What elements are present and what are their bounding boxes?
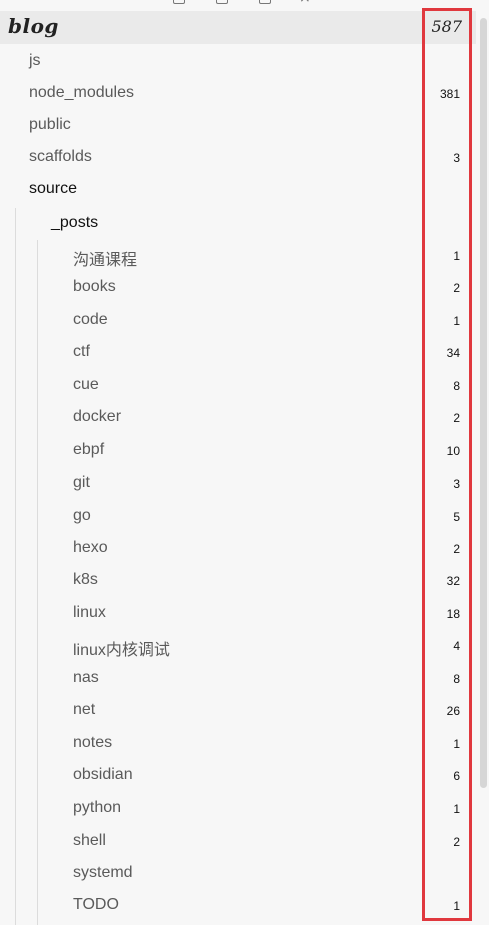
folder-count: 6 [453, 769, 460, 783]
folder-git[interactable]: git 3 [0, 470, 476, 498]
folder-source[interactable]: source [0, 176, 476, 204]
folder-count: 5 [453, 510, 460, 524]
folder-label: shell [73, 832, 106, 849]
folder-go[interactable]: go 5 [0, 503, 476, 531]
folder-label: ebpf [73, 441, 105, 458]
folder-public[interactable]: public [0, 112, 476, 140]
folder-count: 32 [446, 574, 460, 588]
folder-label: cue [73, 376, 99, 393]
folder-systemd[interactable]: systemd [0, 860, 476, 888]
folder-scaffolds[interactable]: scaffolds 3 [0, 144, 476, 172]
folder-label: ctf [73, 343, 90, 360]
folder-label: js [29, 52, 41, 69]
sort-icon[interactable] [259, 0, 271, 4]
folder-count: 1 [453, 802, 460, 816]
file-explorer-pane: × blog 587 js node_modules 381 public sc… [0, 0, 489, 925]
folder-node-modules[interactable]: node_modules 381 [0, 80, 476, 108]
folder-notes[interactable]: notes 1 [0, 730, 476, 758]
folder-count: 1 [453, 314, 460, 328]
folder-todo[interactable]: TODO 1 [0, 892, 476, 920]
folder-label: TODO [73, 896, 119, 913]
folder-count: 18 [446, 607, 460, 621]
folder-count: 3 [453, 151, 460, 165]
folder-books[interactable]: books 2 [0, 274, 476, 302]
folder-python[interactable]: python 1 [0, 795, 476, 823]
folder-label: docker [73, 408, 122, 425]
folder-count: 1 [453, 899, 460, 913]
folder-code[interactable]: code 1 [0, 307, 476, 335]
folder-label: linux内核调试 [73, 642, 170, 659]
folder-count: 2 [453, 281, 460, 295]
folder-linux[interactable]: linux 18 [0, 600, 476, 628]
folder-label: 沟通课程 [73, 252, 138, 269]
folder-count: 1 [453, 737, 460, 751]
folder-count: 8 [453, 379, 460, 393]
folder-obsidian[interactable]: obsidian 6 [0, 762, 476, 790]
folder-net[interactable]: net 26 [0, 697, 476, 725]
new-note-icon[interactable] [173, 0, 185, 4]
folder-label: linux [73, 604, 106, 621]
folder-count: 1 [453, 249, 460, 263]
folder-label: source [29, 180, 78, 197]
folder-shell[interactable]: shell 2 [0, 828, 476, 856]
explorer-toolbar: × [0, 0, 489, 10]
folder-linux-kernel-debug[interactable]: linux内核调试 4 [0, 632, 476, 660]
tree-root-blog[interactable]: blog 587 [0, 11, 476, 44]
folder-label: code [73, 311, 108, 328]
folder-hexo[interactable]: hexo 2 [0, 535, 476, 563]
vertical-scrollbar[interactable] [478, 10, 489, 925]
new-folder-icon[interactable] [216, 0, 228, 4]
folder-posts[interactable]: _posts [0, 210, 476, 238]
root-folder-name: blog [8, 14, 59, 38]
folder-label: public [29, 116, 71, 133]
folder-label: scaffolds [29, 148, 92, 165]
folder-k8s[interactable]: k8s 32 [0, 567, 476, 595]
folder-label: _posts [51, 214, 99, 231]
folder-count: 3 [453, 477, 460, 491]
folder-count: 34 [446, 346, 460, 360]
folder-count: 26 [446, 704, 460, 718]
folder-nas[interactable]: nas 8 [0, 665, 476, 693]
folder-count: 2 [453, 835, 460, 849]
scrollbar-thumb[interactable] [480, 18, 487, 788]
folder-docker[interactable]: docker 2 [0, 404, 476, 432]
folder-label: notes [73, 734, 113, 751]
folder-label: systemd [73, 864, 133, 881]
folder-count: 2 [453, 411, 460, 425]
root-note-count: 587 [431, 17, 462, 36]
folder-count: 10 [446, 444, 460, 458]
folder-count: 2 [453, 542, 460, 556]
folder-label: python [73, 799, 122, 816]
folder-label: obsidian [73, 766, 133, 783]
folder-count: 4 [453, 639, 460, 653]
folder-label: k8s [73, 571, 98, 588]
folder-count: 381 [439, 87, 460, 101]
folder-ctf[interactable]: ctf 34 [0, 339, 476, 367]
folder-ebpf[interactable]: ebpf 10 [0, 437, 476, 465]
folder-label: git [73, 474, 90, 491]
collapse-icon[interactable]: × [299, 0, 311, 5]
folder-cue[interactable]: cue 8 [0, 372, 476, 400]
folder-label: nas [73, 669, 99, 686]
folder-label: books [73, 278, 116, 295]
folder-label: net [73, 701, 96, 718]
folder-count: 8 [453, 672, 460, 686]
folder-label: hexo [73, 539, 108, 556]
folder-label: go [73, 507, 91, 524]
folder-js[interactable]: js [0, 48, 476, 76]
folder-communication-course[interactable]: 沟通课程 1 [0, 242, 476, 270]
folder-label: node_modules [29, 84, 134, 101]
